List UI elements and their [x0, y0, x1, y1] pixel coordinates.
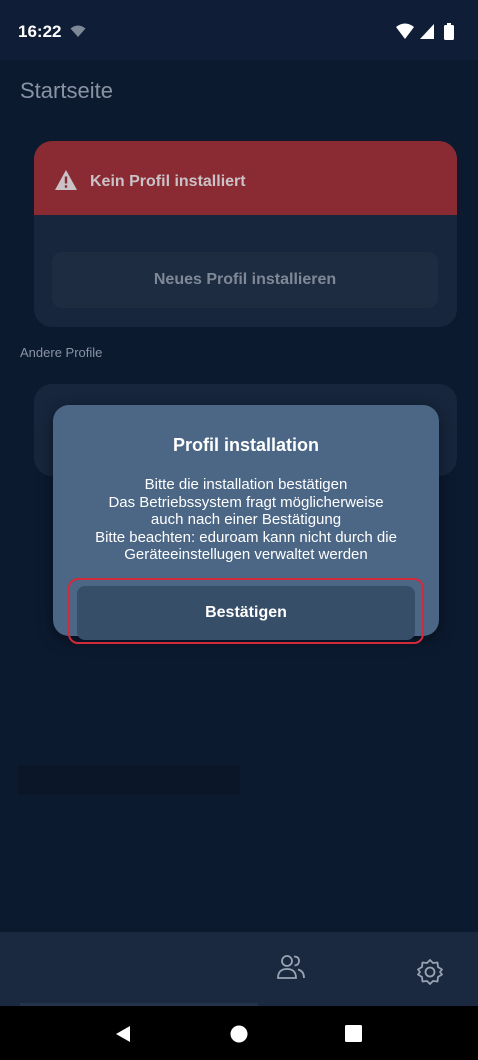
people-icon[interactable] [276, 952, 306, 982]
settings-icon[interactable] [416, 958, 444, 986]
battery-icon [444, 23, 454, 40]
page-title: Startseite [20, 78, 113, 103]
bottom-navigation [0, 932, 478, 1006]
profile-status-header: Kein Profil installiert [34, 141, 457, 215]
dialog-message: Bitte die installation bestätigen Das Be… [73, 476, 419, 564]
confirm-button[interactable]: Bestätigen [77, 586, 415, 640]
dialog-message-line: Bitte beachten: eduroam kann nicht durch… [95, 528, 397, 546]
status-bar: 16:22 [0, 0, 478, 60]
other-profiles-label: Andere Profile [20, 345, 103, 360]
signal-icon [420, 24, 434, 39]
dialog-title: Profil installation [172, 435, 319, 455]
warning-icon [55, 170, 77, 190]
recents-icon[interactable] [345, 1025, 362, 1042]
background-overlay-strip [18, 765, 240, 795]
status-icons [396, 23, 454, 40]
dialog-message-line: Das Betriebssystem fragt möglicherweise [108, 493, 384, 511]
profile-install-dialog: Profil installation Bitte die installati… [53, 405, 439, 644]
wifi-icon [396, 23, 414, 39]
home-icon[interactable] [230, 1025, 248, 1043]
profile-status-text: Kein Profil installiert [90, 173, 246, 190]
status-time: 16:22 [18, 22, 62, 41]
install-profile-button[interactable]: Neues Profil installieren [52, 252, 438, 308]
wifi-question-icon [70, 25, 86, 37]
dialog-message-line: Bitte die installation bestätigen [144, 476, 348, 493]
dialog-message-line: Geräteeinstellugen verwaltet werden [124, 546, 368, 563]
dialog-message-line: auch nach einer Bestätigung [150, 511, 342, 528]
profile-card: Kein Profil installiert Neues Profil ins… [34, 141, 457, 327]
back-icon[interactable] [114, 1025, 132, 1043]
